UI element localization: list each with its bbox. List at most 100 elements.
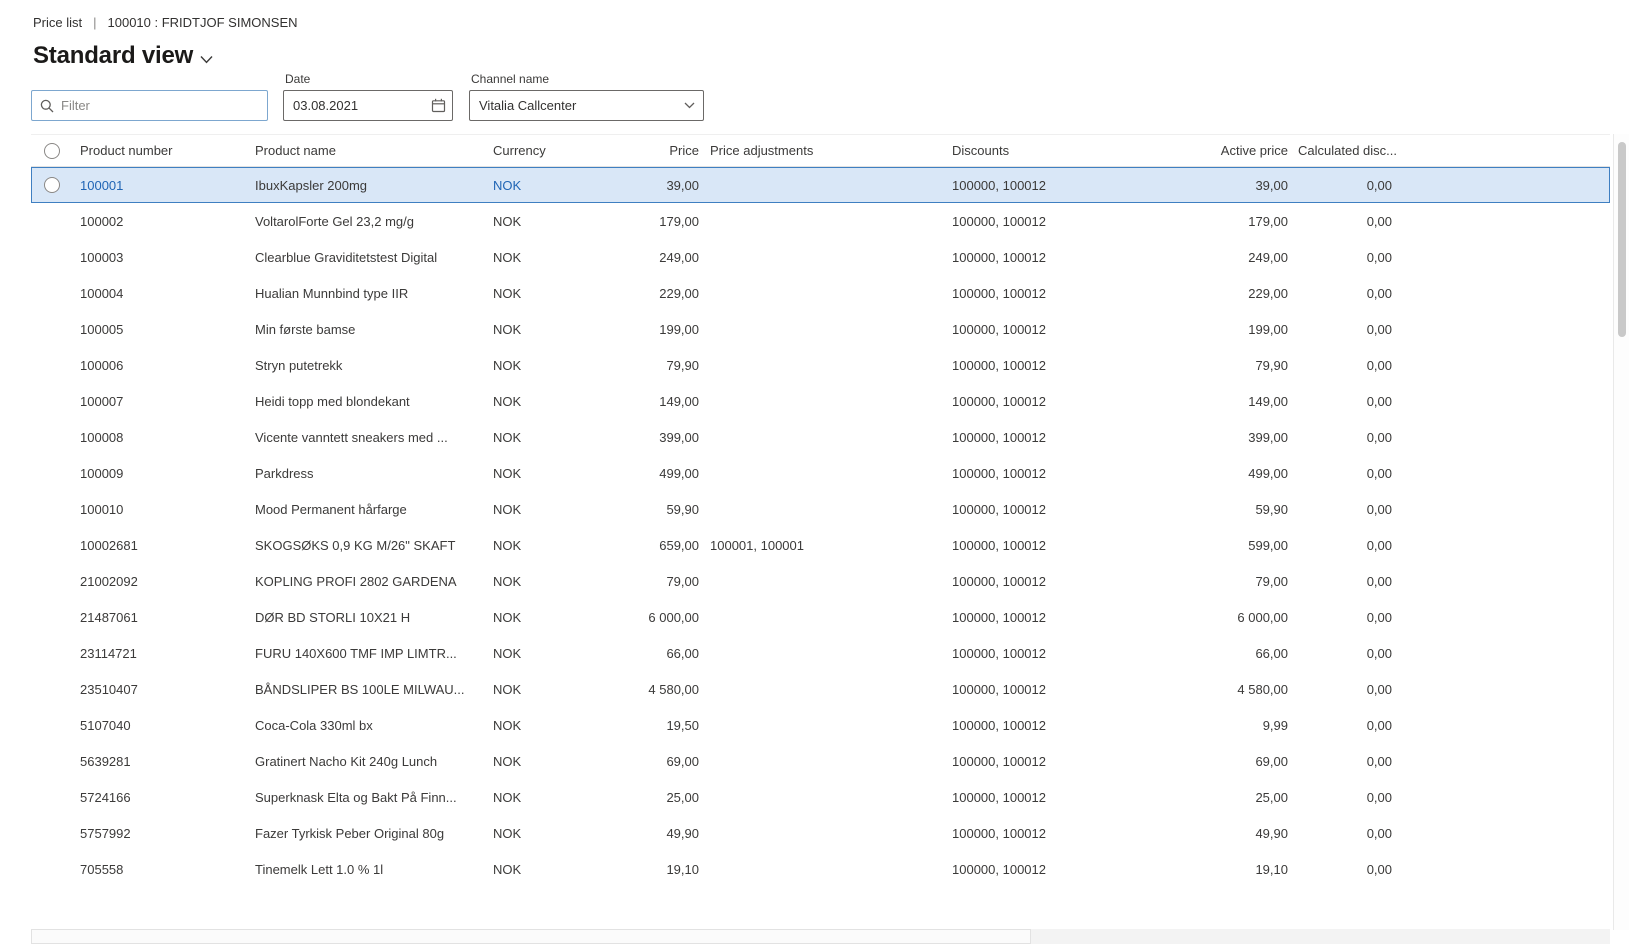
table-row[interactable]: 21002092KOPLING PROFI 2802 GARDENANOK79,…: [31, 563, 1610, 599]
column-header-discounts[interactable]: Discounts: [952, 143, 1155, 158]
cell-number[interactable]: 100001: [80, 178, 255, 193]
cell-number: 705558: [80, 862, 255, 877]
row-select-radio[interactable]: [44, 177, 60, 193]
row-select-cell[interactable]: [31, 491, 80, 527]
breadcrumb-record[interactable]: 100010 : FRIDTJOF SIMONSEN: [108, 15, 298, 30]
row-select-cell[interactable]: [31, 671, 80, 707]
date-field[interactable]: [283, 90, 453, 121]
table-row[interactable]: 100006Stryn putetrekkNOK79,90100000, 100…: [31, 347, 1610, 383]
row-select-cell[interactable]: [31, 383, 80, 419]
cell-price: 79,00: [562, 574, 699, 589]
cell-price: 49,90: [562, 826, 699, 841]
cell-number: 23510407: [80, 682, 255, 697]
column-header-price[interactable]: Price: [562, 143, 699, 158]
row-select-cell[interactable]: [31, 851, 80, 887]
row-select-cell[interactable]: [31, 275, 80, 311]
cell-calc_discount: 0,00: [1288, 178, 1398, 193]
channel-combobox[interactable]: [469, 90, 704, 121]
cell-price: 39,00: [562, 178, 699, 193]
view-selector[interactable]: Standard view: [33, 42, 213, 70]
row-select-cell[interactable]: [31, 599, 80, 635]
row-select-cell[interactable]: [31, 743, 80, 779]
select-all-radio[interactable]: [44, 143, 60, 159]
row-select-cell[interactable]: [31, 455, 80, 491]
cell-name: VoltarolForte Gel 23,2 mg/g: [255, 214, 493, 229]
channel-dropdown-button[interactable]: [675, 91, 703, 120]
table-row[interactable]: 21487061DØR BD STORLI 10X21 HNOK6 000,00…: [31, 599, 1610, 635]
row-select-cell[interactable]: [31, 167, 80, 203]
column-header-currency[interactable]: Currency: [493, 143, 562, 158]
row-select-cell[interactable]: [31, 347, 80, 383]
cell-price: 4 580,00: [562, 682, 699, 697]
horizontal-scrollbar-thumb[interactable]: [31, 929, 1031, 944]
select-all-cell[interactable]: [31, 135, 80, 166]
table-row[interactable]: 100001IbuxKapsler 200mgNOK39,00100000, 1…: [31, 167, 1610, 203]
table-row[interactable]: 5757992Fazer Tyrkisk Peber Original 80gN…: [31, 815, 1610, 851]
cell-calc_discount: 0,00: [1288, 502, 1398, 517]
cell-price: 79,90: [562, 358, 699, 373]
table-row[interactable]: 705558Tinemelk Lett 1.0 % 1lNOK19,101000…: [31, 851, 1610, 887]
table-row[interactable]: 100002VoltarolForte Gel 23,2 mg/gNOK179,…: [31, 203, 1610, 239]
cell-name: Coca-Cola 330ml bx: [255, 718, 493, 733]
row-select-cell[interactable]: [31, 563, 80, 599]
table-row[interactable]: 100008Vicente vanntett sneakers med ...N…: [31, 419, 1610, 455]
table-row[interactable]: 100004Hualian Munnbind type IIRNOK229,00…: [31, 275, 1610, 311]
column-header-name[interactable]: Product name: [255, 143, 493, 158]
table-row[interactable]: 23114721FURU 140X600 TMF IMP LIMTR...NOK…: [31, 635, 1610, 671]
cell-price: 249,00: [562, 250, 699, 265]
cell-discounts: 100000, 100012: [952, 502, 1155, 517]
row-select-cell[interactable]: [31, 707, 80, 743]
cell-currency: NOK: [493, 826, 562, 841]
table-row[interactable]: 100007Heidi topp med blondekantNOK149,00…: [31, 383, 1610, 419]
column-header-number[interactable]: Product number: [80, 143, 255, 158]
table-row[interactable]: 5724166Superknask Elta og Bakt På Finn..…: [31, 779, 1610, 815]
cell-calc_discount: 0,00: [1288, 430, 1398, 445]
cell-name: Parkdress: [255, 466, 493, 481]
row-select-cell[interactable]: [31, 527, 80, 563]
row-select-cell[interactable]: [31, 203, 80, 239]
table-row[interactable]: 5639281Gratinert Nacho Kit 240g LunchNOK…: [31, 743, 1610, 779]
vertical-scrollbar-thumb[interactable]: [1618, 142, 1626, 337]
filter-input[interactable]: [61, 98, 259, 113]
table-row[interactable]: 100003Clearblue Graviditetstest DigitalN…: [31, 239, 1610, 275]
filter-searchbox[interactable]: [31, 90, 268, 121]
cell-name: Vicente vanntett sneakers med ...: [255, 430, 493, 445]
calendar-icon: [431, 98, 446, 113]
row-select-cell[interactable]: [31, 779, 80, 815]
table-row[interactable]: 100005Min første bamseNOK199,00100000, 1…: [31, 311, 1610, 347]
column-header-active_price[interactable]: Active price: [1155, 143, 1288, 158]
column-header-calc_discount[interactable]: Calculated disc...: [1288, 143, 1398, 158]
horizontal-scrollbar[interactable]: [31, 929, 1610, 944]
channel-input[interactable]: [470, 98, 675, 113]
cell-number: 23114721: [80, 646, 255, 661]
cell-price: 179,00: [562, 214, 699, 229]
cell-price: 399,00: [562, 430, 699, 445]
table-row[interactable]: 23510407BÅNDSLIPER BS 100LE MILWAU...NOK…: [31, 671, 1610, 707]
cell-active_price: 4 580,00: [1155, 682, 1288, 697]
column-header-adjustments[interactable]: Price adjustments: [699, 143, 952, 158]
row-select-cell[interactable]: [31, 311, 80, 347]
cell-currency[interactable]: NOK: [493, 178, 562, 193]
cell-number: 10002681: [80, 538, 255, 553]
table-row[interactable]: 10002681SKOGSØKS 0,9 KG M/26" SKAFTNOK65…: [31, 527, 1610, 563]
vertical-scrollbar[interactable]: [1613, 134, 1629, 930]
cell-currency: NOK: [493, 718, 562, 733]
row-select-cell[interactable]: [31, 239, 80, 275]
table-row[interactable]: 100009ParkdressNOK499,00100000, 10001249…: [31, 455, 1610, 491]
date-input[interactable]: [284, 98, 424, 113]
cell-discounts: 100000, 100012: [952, 322, 1155, 337]
date-picker-button[interactable]: [424, 91, 452, 120]
row-select-cell[interactable]: [31, 815, 80, 851]
cell-name: KOPLING PROFI 2802 GARDENA: [255, 574, 493, 589]
search-icon: [40, 99, 54, 113]
breadcrumb-price-list[interactable]: Price list: [33, 15, 82, 30]
cell-discounts: 100000, 100012: [952, 610, 1155, 625]
table-row[interactable]: 100010Mood Permanent hårfargeNOK59,90100…: [31, 491, 1610, 527]
cell-discounts: 100000, 100012: [952, 574, 1155, 589]
table-row[interactable]: 5107040Coca-Cola 330ml bxNOK19,50100000,…: [31, 707, 1610, 743]
row-select-cell[interactable]: [31, 635, 80, 671]
cell-price: 19,10: [562, 862, 699, 877]
row-select-cell[interactable]: [31, 419, 80, 455]
cell-discounts: 100000, 100012: [952, 790, 1155, 805]
cell-name: DØR BD STORLI 10X21 H: [255, 610, 493, 625]
